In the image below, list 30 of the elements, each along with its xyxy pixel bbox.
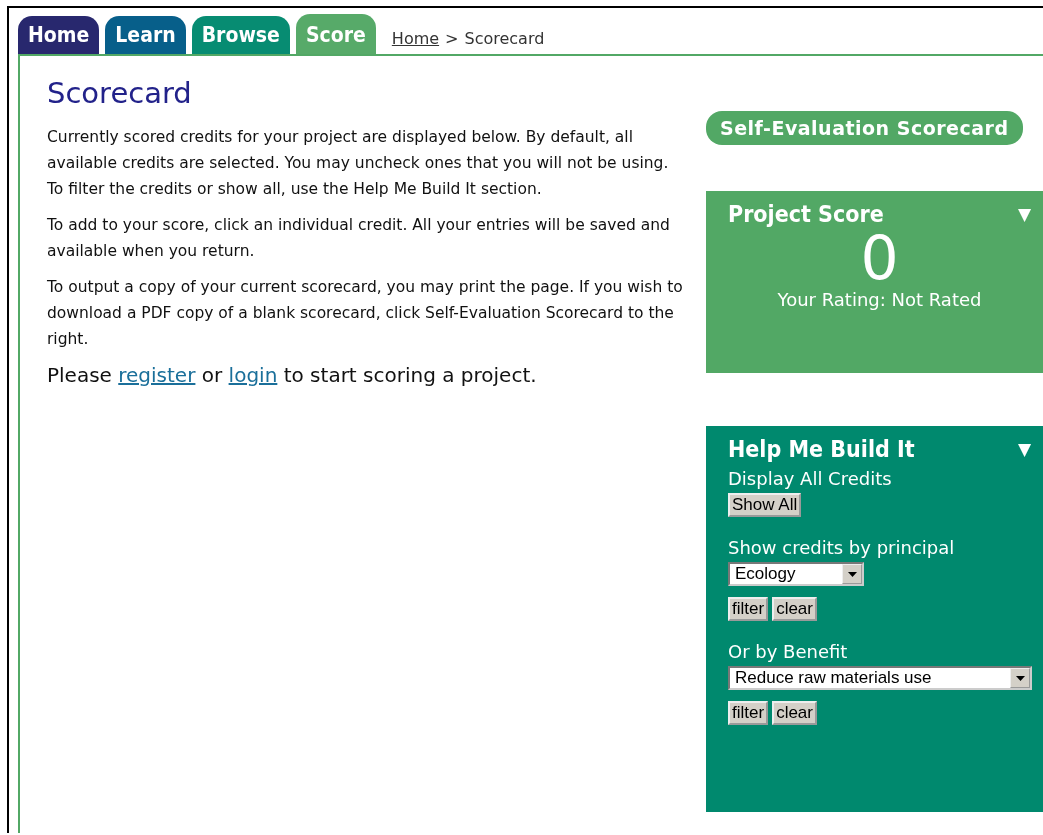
clear-button[interactable]: clear <box>772 597 817 621</box>
section-label: Display All Credits <box>728 468 893 489</box>
nav-tab[interactable]: Learn <box>105 16 186 54</box>
login-link[interactable]: login <box>228 363 278 387</box>
panel-title: Project Score <box>728 201 884 227</box>
collapse-toggle[interactable]: ▼ <box>1017 439 1031 459</box>
dropdown-icon <box>1015 675 1025 681</box>
clear-button[interactable]: clear <box>772 701 817 725</box>
paragraph: To output a copy of your current scorecard, you may print the page. If you wish to download a PDF copy of a blank scorecard, click Self-Evaluation Scorecard to the right. <box>47 277 684 350</box>
login-prompt: Please register or login to start scoring a project. <box>47 362 538 388</box>
show-all-button[interactable]: Show All <box>728 493 802 517</box>
principal-select[interactable]: Ecology <box>728 562 864 586</box>
rating-text: Your Rating: Not Rated <box>776 289 983 310</box>
filter-button[interactable]: filter <box>728 597 769 621</box>
section-label: Or by Benefit <box>728 641 849 662</box>
page-title: Scorecard <box>47 76 193 110</box>
benefit-select[interactable]: Reduce raw materials use <box>728 666 1032 690</box>
nav-tab[interactable]: Home <box>18 16 100 54</box>
panel-title: Help Me Build It <box>728 436 915 462</box>
register-link[interactable]: register <box>118 363 196 387</box>
breadcrumb-current: Scorecard <box>464 29 545 48</box>
paragraph: Currently scored credits for your project are displayed below. By default, all available credits are selected. You may uncheck ones that you will not be using. To filter the credits or show all, use the Help Me Build It section. <box>47 127 670 200</box>
filter-button[interactable]: filter <box>728 701 769 725</box>
score-value: 0 <box>860 227 900 289</box>
section-label: Show credits by principal <box>728 537 956 558</box>
breadcrumb-link[interactable]: Home <box>391 29 440 48</box>
breadcrumb-separator: > <box>445 29 459 48</box>
nav-tab[interactable]: Browse <box>191 16 290 54</box>
dropdown-icon <box>847 571 857 577</box>
paragraph: To add to your score, click an individual credit. All your entries will be saved and available when you return. <box>47 215 671 262</box>
